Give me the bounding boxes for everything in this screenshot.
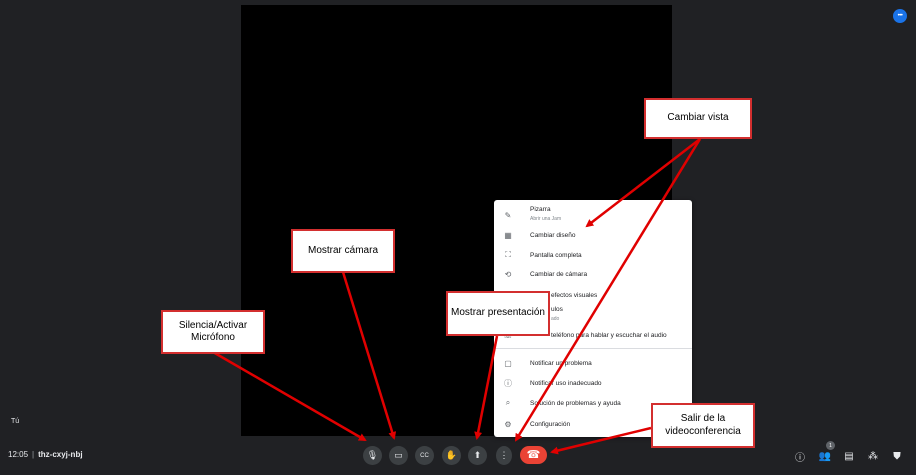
arrow-salir: [550, 426, 652, 455]
annotation-arrows: [212, 138, 702, 455]
arrow-silencia: [212, 350, 367, 442]
callout-salir: Salir de la videoconferencia: [651, 403, 755, 448]
arrow-mostrar-camara: [341, 271, 397, 440]
callout-mostrar-presentacion: Mostrar presentación: [446, 291, 550, 336]
meet-window: Tú ••• 12:05 | thz-cxyj-nbj 🎙 ▭ CC ✋ ⬆ ⋮ ☎…: [0, 0, 916, 475]
arrow-cambiar-vista-menu: [514, 138, 702, 442]
callout-cambiar-vista: Cambiar vista: [644, 98, 752, 139]
arrow-mostrar-presentacion: [474, 335, 499, 440]
arrow-cambiar-vista-layout: [585, 138, 701, 228]
callout-mostrar-camara: Mostrar cámara: [291, 229, 395, 273]
callout-silencia: Silencia/Activar Micrófono: [161, 310, 265, 354]
